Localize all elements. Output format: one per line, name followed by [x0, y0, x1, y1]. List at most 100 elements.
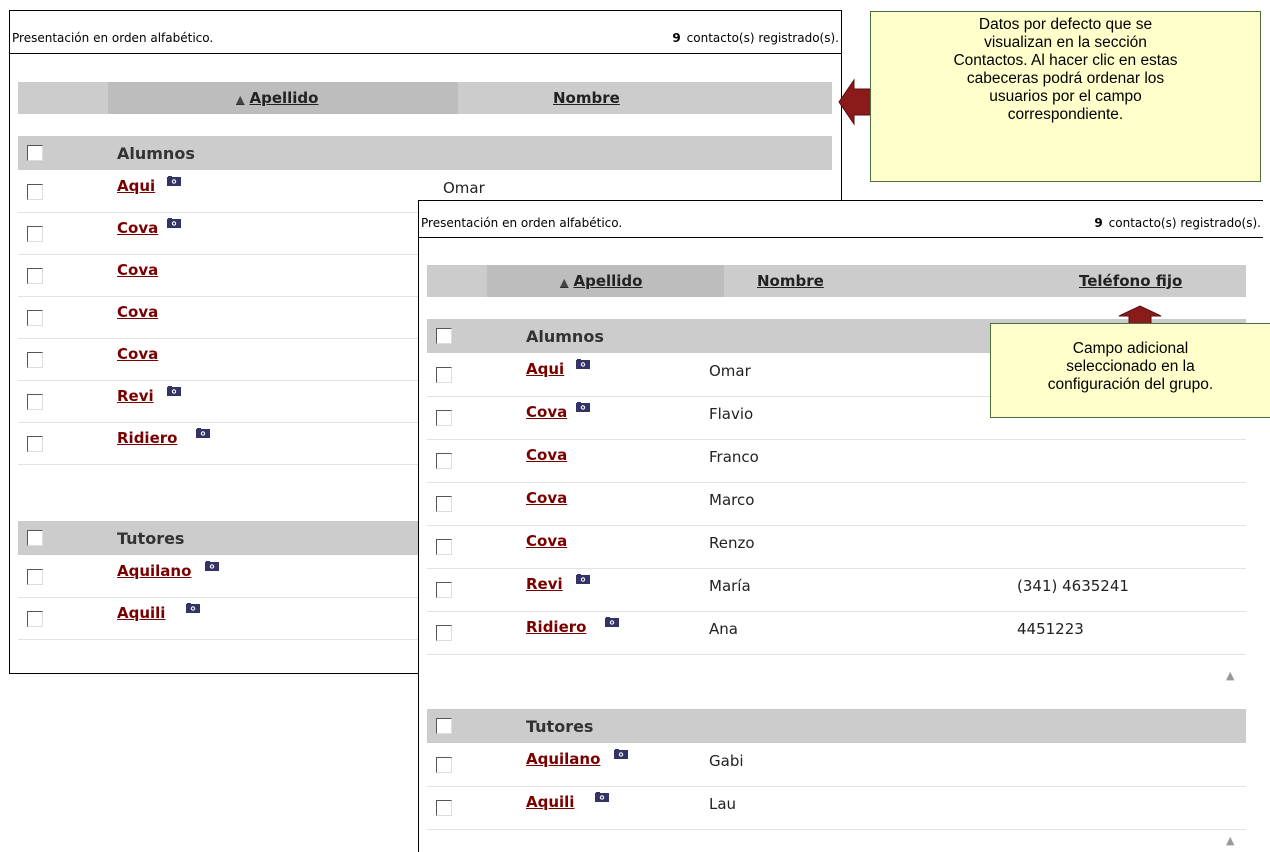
- photo-icon[interactable]: [195, 428, 210, 438]
- row-select-checkbox[interactable]: [436, 410, 452, 426]
- row-select-checkbox[interactable]: [436, 539, 452, 555]
- header-apellido-label: Apellido: [573, 272, 643, 290]
- sort-by-nombre-link[interactable]: Nombre: [757, 272, 824, 290]
- photo-icon[interactable]: [604, 617, 619, 627]
- photo-icon[interactable]: [167, 386, 181, 396]
- callout-line: configuración del grupo.: [1047, 376, 1214, 393]
- table-row: Cova Renzo: [427, 525, 1246, 569]
- last-name-link[interactable]: Cova: [117, 345, 158, 363]
- first-name-text: María: [709, 577, 751, 595]
- group-header: Alumnos: [18, 136, 832, 170]
- group-name: Alumnos: [117, 144, 195, 163]
- group-select-checkbox[interactable]: [27, 145, 43, 161]
- photo-icon[interactable]: [576, 574, 590, 584]
- row-select-checkbox[interactable]: [27, 569, 43, 585]
- table-row: Aquilano Gabi: [427, 743, 1246, 787]
- sort-asc-icon: ▲: [560, 276, 569, 289]
- row-select-checkbox[interactable]: [436, 367, 452, 383]
- table-row: Cova Marco: [427, 482, 1246, 526]
- callout-extra-field: Campo adicional seleccionado en la configu…: [990, 323, 1270, 418]
- column-header-row: ▲ Apellido Nombre: [18, 82, 832, 114]
- last-name-link[interactable]: Aquilano: [117, 562, 191, 580]
- callout-line: usuarios por el campo: [989, 88, 1142, 105]
- row-select-checkbox[interactable]: [27, 611, 43, 627]
- row-select-checkbox[interactable]: [27, 310, 43, 326]
- column-header-row: ▲ Apellido Nombre Teléfono fijo: [427, 265, 1246, 297]
- back-to-top-icon[interactable]: ▲: [1226, 834, 1234, 847]
- first-name-text: Lau: [709, 795, 737, 813]
- last-name-link[interactable]: Ridiero: [117, 429, 177, 447]
- last-name-link[interactable]: Revi: [117, 387, 154, 405]
- row-select-checkbox[interactable]: [27, 226, 43, 242]
- sort-by-apellido-link[interactable]: ▲ Apellido: [236, 89, 318, 107]
- panel-topbar: Presentación en orden alfabético. 9 conta…: [10, 11, 841, 54]
- callout-arrow-left: [838, 78, 872, 126]
- contact-count-number: 9: [1094, 216, 1103, 230]
- photo-icon[interactable]: [576, 402, 590, 412]
- row-select-checkbox[interactable]: [436, 582, 452, 598]
- callout-line: Contactos. Al hacer clic en estas: [953, 52, 1178, 69]
- last-name-link[interactable]: Aqui: [117, 177, 155, 195]
- row-select-checkbox[interactable]: [436, 453, 452, 469]
- last-name-link[interactable]: Ridiero: [526, 618, 586, 636]
- row-select-checkbox[interactable]: [27, 394, 43, 410]
- back-to-top-icon[interactable]: ▲: [1226, 669, 1234, 682]
- panel-topbar: Presentación en orden alfabético. 9 conta…: [419, 201, 1263, 238]
- photo-icon[interactable]: [205, 561, 219, 571]
- photo-icon[interactable]: [186, 603, 200, 613]
- last-name-link[interactable]: Cova: [526, 403, 567, 421]
- table-row: Cova Franco: [427, 439, 1246, 483]
- first-name-text: Marco: [709, 491, 755, 509]
- contact-count: 9 contacto(s) registrado(s).: [1094, 216, 1261, 230]
- photo-icon[interactable]: [167, 218, 181, 228]
- callout-line: seleccionado en la: [1066, 358, 1195, 375]
- callout-line: cabeceras podrá ordenar los: [966, 70, 1165, 87]
- last-name-link[interactable]: Cova: [117, 219, 158, 237]
- sort-asc-icon: ▲: [236, 93, 245, 106]
- callout-default-data: Datos por defecto que se visualizan en la…: [870, 11, 1261, 182]
- group-name: Tutores: [526, 717, 594, 736]
- contact-count: 9 contacto(s) registrado(s).: [672, 31, 839, 45]
- contact-count-suffix: contacto(s) registrado(s).: [1108, 216, 1261, 230]
- group-select-checkbox[interactable]: [436, 328, 452, 344]
- row-select-checkbox[interactable]: [436, 496, 452, 512]
- last-name-link[interactable]: Cova: [117, 261, 158, 279]
- photo-icon[interactable]: [614, 749, 628, 759]
- contact-count-suffix: contacto(s) registrado(s).: [686, 31, 839, 45]
- callout-line: Datos por defecto que se: [978, 16, 1153, 33]
- row-select-checkbox[interactable]: [436, 757, 452, 773]
- group-select-checkbox[interactable]: [27, 530, 43, 546]
- photo-icon[interactable]: [167, 176, 181, 186]
- presentation-text: Presentación en orden alfabético.: [421, 216, 623, 230]
- last-name-link[interactable]: Cova: [526, 446, 567, 464]
- photo-icon[interactable]: [576, 359, 590, 369]
- last-name-link[interactable]: Aquilano: [526, 750, 600, 768]
- row-select-checkbox[interactable]: [436, 800, 452, 816]
- callout-line: Campo adicional: [1072, 340, 1189, 357]
- callout-line: visualizan en la sección: [984, 34, 1147, 51]
- last-name-link[interactable]: Aquili: [526, 793, 574, 811]
- last-name-link[interactable]: Cova: [526, 489, 567, 507]
- last-name-link[interactable]: Aqui: [526, 360, 564, 378]
- row-select-checkbox[interactable]: [27, 436, 43, 452]
- table-row: Aquili Lau: [427, 786, 1246, 830]
- last-name-link[interactable]: Cova: [526, 532, 567, 550]
- sort-by-apellido-link[interactable]: ▲ Apellido: [560, 272, 642, 290]
- first-name-text: Omar: [709, 362, 751, 380]
- group-name: Alumnos: [526, 327, 604, 346]
- last-name-link[interactable]: Revi: [526, 575, 563, 593]
- first-name-text: Franco: [709, 448, 759, 466]
- last-name-link[interactable]: Aquili: [117, 604, 165, 622]
- row-select-checkbox[interactable]: [27, 184, 43, 200]
- last-name-link[interactable]: Cova: [117, 303, 158, 321]
- callout-line: correspondiente.: [1007, 106, 1124, 123]
- header-apellido-label: Apellido: [249, 89, 319, 107]
- row-select-checkbox[interactable]: [27, 352, 43, 368]
- sort-by-telefono-link[interactable]: Teléfono fijo: [1079, 272, 1182, 290]
- row-select-checkbox[interactable]: [27, 268, 43, 284]
- sort-by-nombre-link[interactable]: Nombre: [553, 89, 620, 107]
- row-select-checkbox[interactable]: [436, 625, 452, 641]
- group-select-checkbox[interactable]: [436, 718, 452, 734]
- photo-icon[interactable]: [595, 792, 609, 802]
- first-name-text: Omar: [443, 179, 485, 197]
